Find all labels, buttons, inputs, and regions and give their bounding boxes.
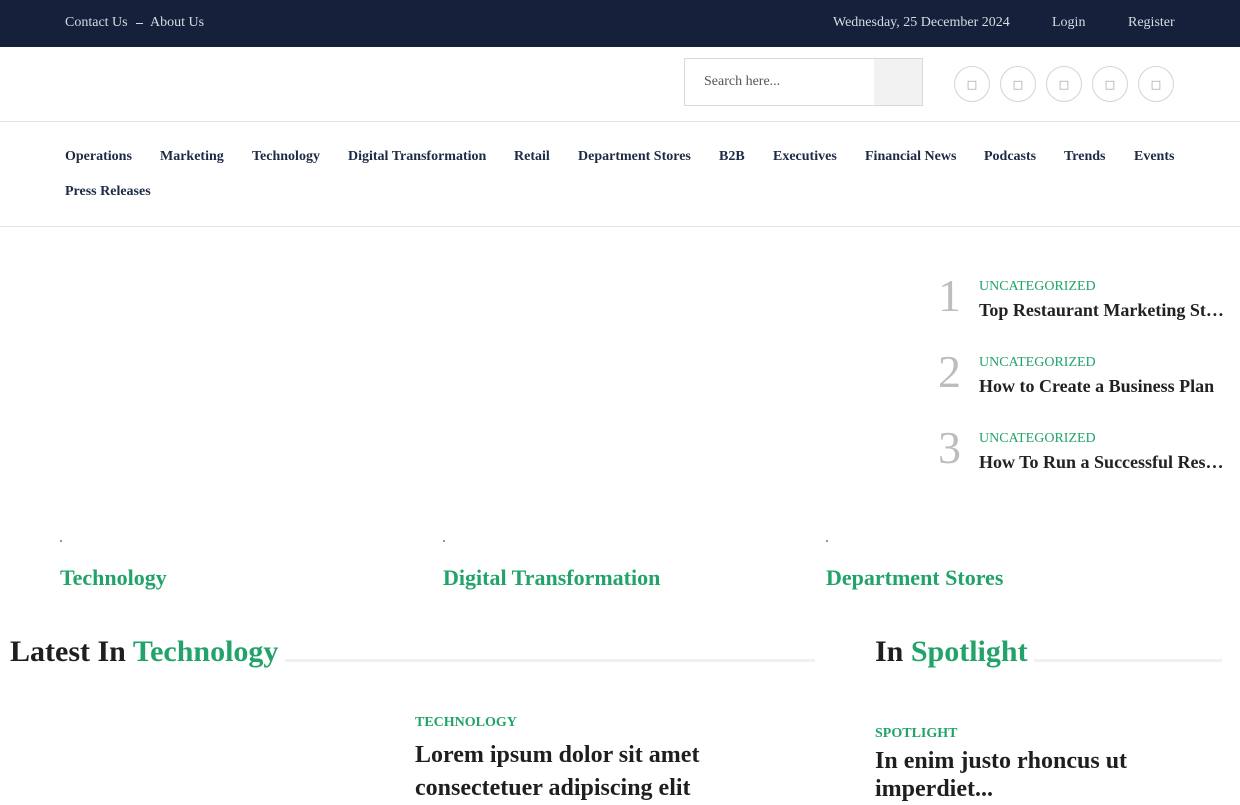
nav-item-events[interactable]: Events [1134,149,1174,165]
trending-number: 1 [938,270,961,321]
trending-category[interactable]: UNCATEGORIZED [979,279,1096,295]
section-divider [1034,659,1222,662]
trending-item[interactable]: 3 UNCATEGORIZED How To Run a Successful … [938,423,1238,501]
nav-item-financial-news[interactable]: Financial News [865,149,956,165]
spotlight-title-highlight: Spotlight [910,635,1028,668]
card-image-placeholder [60,540,62,542]
nav-item-b2b[interactable]: B2B [719,149,745,165]
login-link[interactable]: Login [1052,15,1085,31]
post-category[interactable]: TECHNOLOGY [415,715,517,731]
spotlight-title[interactable]: In enim justo rhoncus ut imperdiet... [875,747,1205,803]
category-card-label[interactable]: Technology [60,565,167,591]
nav-item-trends[interactable]: Trends [1064,149,1106,165]
spotlight-category[interactable]: SPOTLIGHT [875,726,957,742]
instagram-icon[interactable]: □ [1046,66,1082,102]
category-card-label[interactable]: Digital Transformation [443,565,660,591]
nav-item-press-releases[interactable]: Press Releases [65,184,151,200]
search-input[interactable] [685,59,873,105]
trending-title[interactable]: Top Restaurant Marketing Strategies [979,300,1229,321]
trending-title[interactable]: How To Run a Successful Restaurant [979,452,1229,473]
linkedin-icon[interactable]: □ [1092,66,1128,102]
top-bar: Contact Us About Us Wednesday, 25 Decemb… [0,0,1240,47]
facebook-icon[interactable]: □ [954,66,990,102]
latest-section-title: Latest In Technology [10,632,278,672]
register-link[interactable]: Register [1128,15,1175,31]
post-title[interactable]: Lorem ipsum dolor sit amet consectetuer … [415,739,815,805]
topbar-divider [136,23,143,24]
card-image-placeholder [826,540,828,542]
nav-item-retail[interactable]: Retail [514,149,550,165]
trending-item[interactable]: 2 UNCATEGORIZED How to Create a Business… [938,347,1238,425]
contact-us-link[interactable]: Contact Us [65,15,128,31]
trending-number: 3 [938,422,961,473]
about-us-link[interactable]: About Us [150,15,204,31]
card-image-placeholder [443,540,445,542]
nav-item-executives[interactable]: Executives [773,149,837,165]
spotlight-title-prefix: In [875,635,904,668]
nav-item-marketing[interactable]: Marketing [160,149,224,165]
main-nav: Operations Marketing Technology Digital … [0,121,1240,227]
youtube-icon[interactable]: □ [1138,66,1174,102]
trending-category[interactable]: UNCATEGORIZED [979,431,1096,447]
trending-title[interactable]: How to Create a Business Plan [979,376,1229,397]
header-row: □ □ □ □ □ [0,47,1240,122]
section-divider [285,659,815,662]
trending-number: 2 [938,346,961,397]
trending-category[interactable]: UNCATEGORIZED [979,355,1096,371]
nav-item-department-stores[interactable]: Department Stores [578,149,691,165]
category-card-label[interactable]: Department Stores [826,565,1003,591]
search-button[interactable] [874,59,922,105]
trending-item[interactable]: 1 UNCATEGORIZED Top Restaurant Marketing… [938,271,1238,349]
nav-item-digital-transformation[interactable]: Digital Transformation [348,149,486,165]
nav-item-technology[interactable]: Technology [252,149,320,165]
nav-item-podcasts[interactable]: Podcasts [984,149,1036,165]
nav-item-operations[interactable]: Operations [65,149,132,165]
twitter-icon[interactable]: □ [1000,66,1036,102]
search-form [684,58,923,106]
current-date: Wednesday, 25 December 2024 [833,15,1010,30]
spotlight-section-title: In Spotlight [875,632,1028,672]
latest-title-highlight: Technology [132,635,279,668]
latest-title-prefix: Latest In [10,635,126,668]
